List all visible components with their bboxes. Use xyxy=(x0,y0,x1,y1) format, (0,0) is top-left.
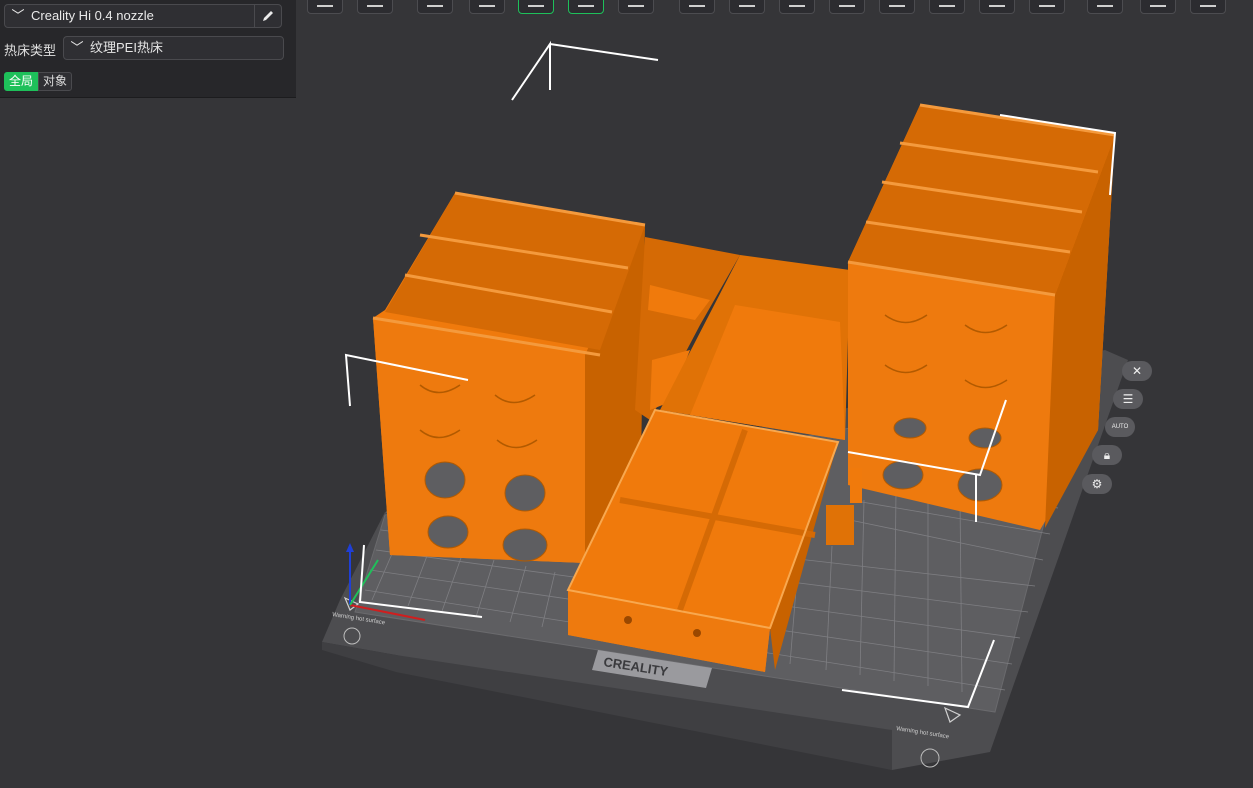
top-toolbar xyxy=(305,0,1253,16)
move-icon xyxy=(689,0,705,7)
lock-tool-button[interactable]: 🔒︎ xyxy=(1092,445,1122,465)
scale-icon xyxy=(789,0,805,7)
tab-global[interactable]: 全局 xyxy=(4,72,39,91)
printer-name: Creality Hi 0.4 nozzle xyxy=(31,8,154,23)
printer-select[interactable]: ﹀ Creality Hi 0.4 nozzle xyxy=(4,4,282,28)
auto-label: AUTO xyxy=(1111,424,1129,430)
lock-icon: 🔒︎ xyxy=(1103,447,1111,462)
model-middle-back[interactable] xyxy=(635,237,850,440)
support-icon xyxy=(628,0,644,7)
pencil-icon xyxy=(263,11,273,21)
tab-object[interactable]: 对象 xyxy=(38,72,73,91)
cube-icon xyxy=(317,0,333,7)
seam-icon xyxy=(989,0,1005,7)
close-tool-button[interactable]: ✕ xyxy=(1122,361,1152,381)
3d-viewport[interactable]: CREALITY Warning hot surface Warning hot… xyxy=(0,0,1253,788)
mesh-button[interactable] xyxy=(879,0,915,14)
measure-icon xyxy=(1097,0,1113,7)
view-icon xyxy=(1200,0,1216,7)
model-right-tower[interactable] xyxy=(847,103,1116,530)
bed-type-value: 纹理PEI热床 xyxy=(90,40,163,55)
split-icon xyxy=(578,0,594,7)
rotate-button[interactable] xyxy=(729,0,765,14)
assembly-icon xyxy=(1150,0,1166,7)
add-model-button[interactable] xyxy=(307,0,343,14)
assembly-button[interactable] xyxy=(1140,0,1176,14)
add-plate-button[interactable] xyxy=(357,0,393,14)
bed-type-select[interactable]: ﹀ 纹理PEI热床 xyxy=(63,36,284,60)
text-icon xyxy=(1039,0,1055,7)
scope-tabs: 全局 对象 xyxy=(4,72,73,91)
chevron-down-icon: ﹀ xyxy=(11,8,25,23)
model-left-tower[interactable] xyxy=(372,191,646,563)
rotate-icon xyxy=(739,0,755,7)
auto-orient-button[interactable] xyxy=(417,0,453,14)
cut-button[interactable] xyxy=(829,0,865,14)
chevron-down-icon-2: ﹀ xyxy=(70,40,84,55)
move-button[interactable] xyxy=(679,0,715,14)
list-tool-button[interactable]: ☰ xyxy=(1113,389,1143,409)
cut-icon xyxy=(839,0,855,7)
settings-panel: ﹀ Creality Hi 0.4 nozzle 热床类型 ﹀ 纹理PEI热床 … xyxy=(0,0,296,98)
list-icon: ☰ xyxy=(1122,392,1134,406)
paint-icon xyxy=(939,0,955,7)
split-button[interactable] xyxy=(568,0,604,14)
gear-icon: ⚙ xyxy=(1091,477,1103,491)
auto-arrange-tool-button[interactable]: AUTO xyxy=(1105,417,1135,437)
support-button[interactable] xyxy=(618,0,654,14)
diamond-icon xyxy=(479,0,495,7)
text-button[interactable] xyxy=(1029,0,1065,14)
measure-button[interactable] xyxy=(1087,0,1123,14)
close-icon: ✕ xyxy=(1131,364,1143,378)
settings-tool-button[interactable]: ⚙ xyxy=(1082,474,1112,494)
view-button[interactable] xyxy=(1190,0,1226,14)
scale-button[interactable] xyxy=(779,0,815,14)
seam-button[interactable] xyxy=(979,0,1015,14)
grid-icon xyxy=(367,0,383,7)
lay-flat-icon xyxy=(528,0,544,7)
mesh-icon xyxy=(889,0,905,7)
lay-flat-button[interactable] xyxy=(518,0,554,14)
orient-icon xyxy=(427,0,443,7)
bed-type-label: 热床类型 xyxy=(4,43,57,58)
arrange-button[interactable] xyxy=(469,0,505,14)
edit-printer-button[interactable] xyxy=(254,5,281,27)
paint-button[interactable] xyxy=(929,0,965,14)
